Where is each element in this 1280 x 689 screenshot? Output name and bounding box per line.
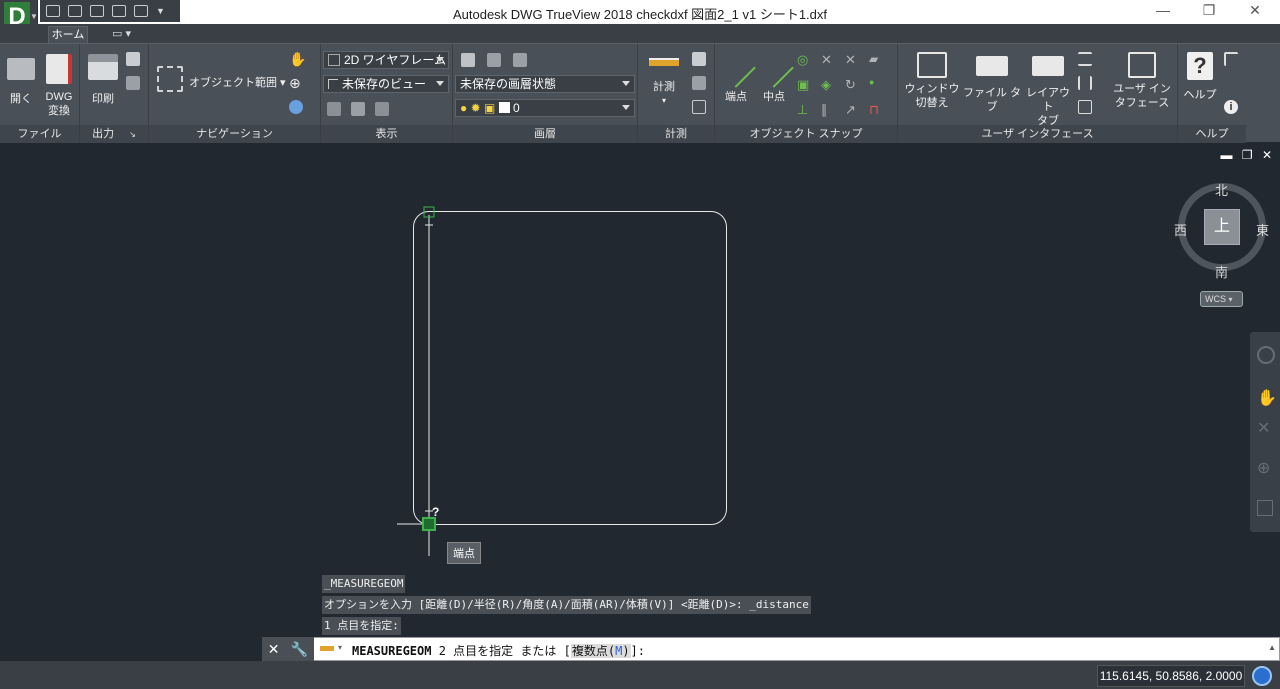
navigation-bar: ✋ ✕ ⊕ bbox=[1250, 332, 1280, 532]
command-history-line-3: 1 点目を指定: bbox=[322, 617, 401, 635]
cursor-question-mark: ? bbox=[432, 505, 440, 519]
pan-icon[interactable]: ✋ bbox=[1257, 388, 1277, 408]
viewcube-top-face[interactable]: 上 bbox=[1204, 209, 1240, 245]
compass-west[interactable]: 西 bbox=[1174, 220, 1187, 239]
chevron-down-icon: ▾ bbox=[1228, 295, 1233, 304]
command-prompt-suffix: ]: bbox=[630, 644, 645, 658]
compass-north[interactable]: 北 bbox=[1215, 180, 1228, 199]
compass-south[interactable]: 南 bbox=[1215, 262, 1228, 281]
close-icon[interactable]: ✕ bbox=[268, 641, 280, 658]
chevron-down-icon[interactable]: ▾ bbox=[338, 643, 342, 652]
command-prompt: MEASUREGEOM 2 点目を指定 または [複数点(M)]: bbox=[352, 642, 645, 659]
zoom-icon[interactable]: ✕ bbox=[1257, 418, 1270, 438]
compass-east[interactable]: 東 bbox=[1256, 220, 1269, 239]
orbit-icon[interactable]: ⊕ bbox=[1257, 458, 1270, 478]
wrench-icon[interactable]: 🔧 bbox=[291, 641, 308, 658]
command-prompt-text: 2 点目を指定 または [ bbox=[438, 644, 571, 658]
command-icon bbox=[320, 646, 334, 651]
endpoint-snap-marker bbox=[422, 517, 436, 531]
multiple-points-close: ) bbox=[622, 644, 630, 658]
command-history-line-2: オプションを入力 [距離(D)/半径(R)/角度(A)/面積(AR)/体積(V)… bbox=[322, 596, 811, 614]
cursor-overlay bbox=[397, 206, 436, 556]
coordinates-display[interactable]: 115.6145, 50.8586, 2.0000 bbox=[1097, 665, 1245, 687]
command-line-tools: ✕ 🔧 bbox=[262, 637, 314, 661]
showmotion-icon[interactable] bbox=[1257, 500, 1273, 516]
status-globe-icon[interactable] bbox=[1252, 666, 1272, 686]
snap-tooltip: 端点 bbox=[447, 542, 481, 564]
command-history-toggle-icon[interactable]: ▲ bbox=[1268, 643, 1276, 652]
wcs-label: WCS bbox=[1205, 294, 1226, 304]
wcs-menu[interactable]: WCS ▾ bbox=[1200, 291, 1243, 307]
steering-wheel-icon[interactable] bbox=[1257, 346, 1275, 364]
command-history-line-1: _MEASUREGEOM bbox=[322, 575, 406, 593]
command-name: MEASUREGEOM bbox=[352, 644, 432, 658]
multiple-points-text: 複数点( bbox=[571, 644, 616, 658]
multiple-points-option[interactable]: 複数点(M) bbox=[570, 644, 631, 658]
status-bar bbox=[0, 661, 1280, 689]
